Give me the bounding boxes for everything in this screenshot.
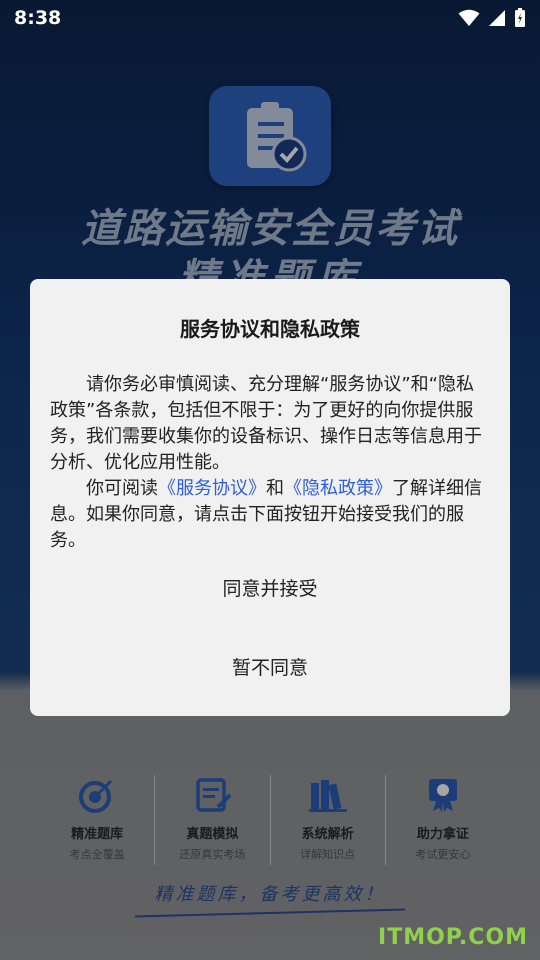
signal-icon bbox=[489, 10, 505, 26]
dialog-paragraph: 请你务必审慎阅读、充分理解“服务协议”和“隐私政策”各条款，包括但不限于：为了更… bbox=[50, 374, 482, 473]
dialog-title: 服务协议和隐私政策 bbox=[180, 317, 360, 341]
status-bar: 8:38 bbox=[0, 0, 540, 36]
battery-icon bbox=[515, 8, 525, 27]
status-icons bbox=[458, 8, 526, 28]
status-time: 8:38 bbox=[14, 7, 62, 29]
wifi-icon bbox=[458, 9, 480, 26]
dialog-paragraph-links: 你可阅读《服务协议》和《隐私政策》了解详细信息。如果你同意，请点击下面按钮开始接… bbox=[50, 476, 490, 554]
dialog-body: 请你务必审慎阅读、充分理解“服务协议”和“隐私政策”各条款，包括但不限于：为了更… bbox=[50, 372, 490, 554]
agree-button[interactable]: 同意并接受 bbox=[30, 572, 510, 602]
privacy-dialog: 服务协议和隐私政策 请你务必审慎阅读、充分理解“服务协议”和“隐私政策”各条款，… bbox=[30, 279, 510, 716]
service-agreement-link[interactable]: 《服务协议》 bbox=[158, 478, 266, 499]
text-and: 和 bbox=[266, 478, 284, 499]
site-watermark: ITMOP.COM bbox=[378, 925, 528, 950]
disagree-button[interactable]: 暂不同意 bbox=[30, 651, 510, 681]
privacy-policy-link[interactable]: 《隐私政策》 bbox=[284, 478, 392, 499]
text-prefix: 你可阅读 bbox=[86, 478, 158, 499]
